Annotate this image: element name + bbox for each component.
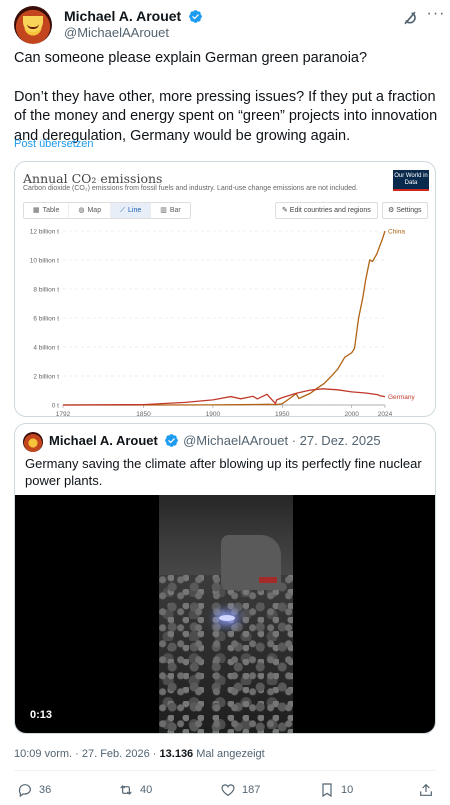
- quoted-avatar[interactable]: [23, 432, 43, 452]
- x-tick-label: 1950: [275, 411, 290, 417]
- y-tick-label: 8 billion t: [33, 287, 59, 294]
- y-tick-label: 12 billion t: [30, 229, 59, 236]
- quoted-text: Germany saving the climate after blowing…: [25, 456, 422, 488]
- action-bar: 36 40 187 10: [14, 782, 438, 802]
- share-button[interactable]: [418, 782, 434, 798]
- x-tick-label: 1792: [56, 411, 71, 417]
- author-name-row[interactable]: Michael A. Arouet: [64, 8, 203, 24]
- y-tick-label: 2 billion t: [33, 374, 59, 381]
- tweet-meta: 10:09 vorm. · 27. Feb. 2026 · 13.136 Mal…: [14, 748, 265, 760]
- tweet-header: Michael A. Arouet @MichaelAArouet ···: [14, 4, 444, 44]
- video-frame: [159, 495, 293, 733]
- co2-line-chart: 0 t 2 billion t 4 billion t 6 billion t 8 bi…: [30, 229, 416, 417]
- series-label: China: [388, 229, 405, 236]
- views-label: Mal angezeigt: [193, 748, 265, 760]
- tab-map[interactable]: ◍ Map: [69, 203, 112, 218]
- settings-button[interactable]: ⚙ Settings: [382, 202, 428, 219]
- tab-label: Map: [87, 207, 102, 214]
- more-options-icon[interactable]: ···: [426, 6, 446, 26]
- series-line-germany: [62, 388, 386, 406]
- tweet-timestamp[interactable]: 10:09 vorm. · 27. Feb. 2026 ·: [14, 748, 160, 760]
- edit-countries-button[interactable]: ✎ Edit countries and regions: [275, 202, 378, 219]
- chart-tabs: ▦ Table ◍ Map ⟋ Line ▥ Bar: [23, 202, 191, 219]
- divider: [14, 770, 436, 771]
- reply-icon: [18, 784, 31, 798]
- bookmark-count: 10: [341, 784, 354, 796]
- y-tick-label: 6 billion t: [33, 316, 59, 323]
- globe-icon: ◍: [78, 207, 85, 214]
- x-tick-label: 1900: [206, 411, 221, 417]
- video-duration: 0:13: [30, 709, 53, 721]
- quoted-tweet[interactable]: Michael A. Arouet @MichaelAArouet · 27. …: [14, 423, 436, 734]
- heart-icon: [221, 784, 235, 797]
- x-tick-label: 1850: [136, 411, 151, 417]
- avatar[interactable]: [14, 6, 52, 44]
- like-count: 187: [242, 784, 261, 796]
- author-name[interactable]: Michael A. Arouet: [64, 8, 181, 24]
- y-tick-label: 4 billion t: [33, 345, 59, 352]
- y-tick-label: 0 t: [52, 403, 59, 410]
- grok-icon[interactable]: [400, 8, 420, 28]
- quoted-author-handle: @MichaelAArouet: [183, 433, 289, 448]
- repost-icon: [120, 785, 132, 795]
- table-icon: ▦: [33, 207, 40, 214]
- verified-badge-icon: [189, 10, 202, 23]
- bar-chart-icon: ▥: [160, 207, 167, 214]
- quoted-author-name: Michael A. Arouet: [49, 433, 158, 448]
- like-button[interactable]: 187: [220, 782, 260, 798]
- share-icon: [420, 783, 432, 796]
- repost-button[interactable]: 40: [118, 782, 152, 798]
- repost-count: 40: [140, 784, 153, 796]
- tab-line[interactable]: ⟋ Line: [111, 203, 152, 218]
- tweet-paragraph: Can someone please explain German green …: [14, 50, 368, 66]
- quoted-author-row[interactable]: Michael A. Arouet @MichaelAArouet · 27. …: [49, 433, 381, 448]
- bookmark-button[interactable]: 10: [319, 782, 353, 798]
- tab-table[interactable]: ▦ Table: [24, 203, 70, 218]
- line-chart-icon: ⟋: [120, 207, 125, 214]
- author-handle[interactable]: @MichaelAArouet: [64, 25, 169, 40]
- series-label: Germany: [388, 394, 415, 401]
- tab-label: Table: [42, 207, 60, 214]
- view-count: 13.136: [159, 748, 194, 760]
- x-tick-label: 2000: [344, 411, 359, 417]
- owid-logo: Our World in Data: [393, 170, 429, 191]
- chart-image-card[interactable]: Annual CO₂ emissions Carbon dioxide (CO₂…: [14, 161, 436, 417]
- translate-link[interactable]: Post übersetzen: [14, 138, 94, 150]
- y-tick-label: 10 billion t: [30, 258, 59, 265]
- tab-label: Bar: [169, 207, 181, 214]
- reply-button[interactable]: 36: [17, 782, 51, 798]
- quoted-date: · 27. Dez. 2025: [291, 433, 381, 448]
- reply-count: 36: [39, 784, 52, 796]
- bookmark-icon: [322, 783, 332, 798]
- chart-title: Annual CO₂ emissions: [23, 171, 163, 186]
- verified-badge-icon: [165, 434, 179, 447]
- x-tick-label: 2024: [378, 411, 393, 417]
- tab-bar[interactable]: ▥ Bar: [151, 203, 190, 218]
- tab-label: Line: [128, 207, 142, 214]
- video-player[interactable]: 0:13: [15, 495, 435, 733]
- chart-subtitle: Carbon dioxide (CO₂) emissions from foss…: [23, 185, 358, 192]
